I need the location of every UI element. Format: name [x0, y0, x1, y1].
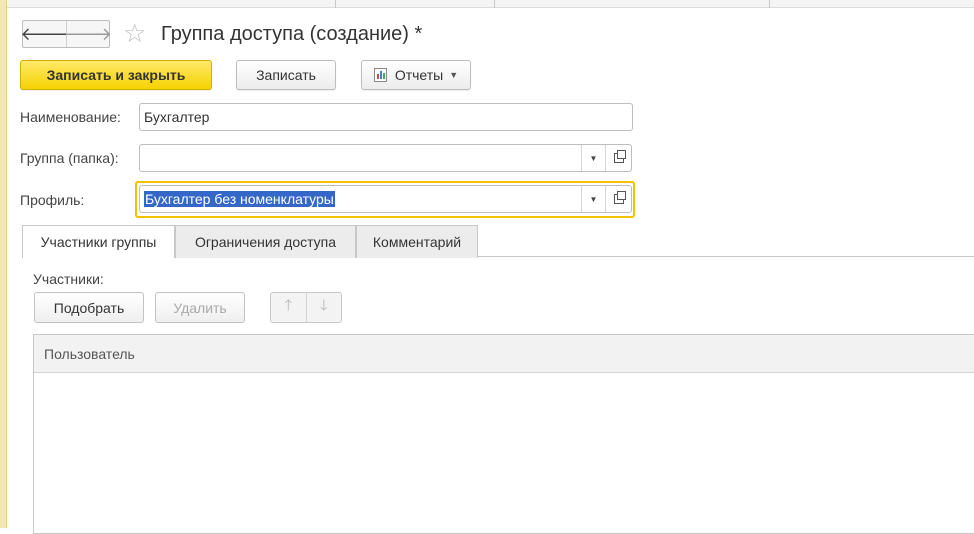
- pick-label: Подобрать: [53, 299, 125, 316]
- left-panel-strip: [0, 0, 7, 528]
- members-table[interactable]: Пользователь: [33, 334, 974, 534]
- tab-comment[interactable]: Комментарий: [356, 225, 478, 258]
- group-label: Группа (папка):: [20, 150, 119, 166]
- move-up-button[interactable]: 🡑: [271, 293, 306, 322]
- tab-separator: [335, 0, 336, 8]
- group-dropdown-button[interactable]: ▼: [581, 145, 605, 171]
- tab-access-restrictions[interactable]: Ограничения доступа: [175, 225, 356, 258]
- group-open-button[interactable]: [605, 145, 631, 171]
- tab-separator: [769, 0, 770, 8]
- save-and-close-label: Записать и закрыть: [46, 67, 186, 83]
- tab-label: Комментарий: [372, 234, 462, 250]
- column-header-label: Пользователь: [44, 345, 135, 362]
- page-title: Группа доступа (создание) *: [161, 23, 423, 45]
- profile-field[interactable]: Бухгалтер без номенклатуры ▼: [139, 185, 632, 213]
- pick-button[interactable]: Подобрать: [34, 292, 144, 323]
- arrow-left-icon: 🡐: [20, 23, 69, 44]
- chevron-down-icon: ▼: [449, 70, 459, 80]
- delete-label: Удалить: [173, 299, 227, 316]
- profile-open-button[interactable]: [605, 186, 631, 212]
- arrow-up-icon: 🡑: [284, 297, 293, 314]
- navigation-buttons: 🡐 🡒: [20, 20, 113, 48]
- tab-label: Ограничения доступа: [194, 234, 337, 250]
- save-button[interactable]: Записать: [236, 60, 336, 90]
- profile-value: Бухгалтер без номенклатуры: [144, 191, 335, 207]
- favorite-star-icon[interactable]: ☆: [123, 19, 146, 47]
- reports-button[interactable]: Отчеты ▼: [361, 60, 471, 90]
- back-button[interactable]: 🡐: [20, 21, 69, 47]
- arrow-down-icon: 🡓: [319, 297, 328, 314]
- name-label: Наименование:: [20, 109, 121, 125]
- chevron-down-icon: ▼: [589, 194, 598, 204]
- tab-label: Участники группы: [40, 234, 157, 250]
- table-header-user[interactable]: Пользователь: [34, 335, 974, 373]
- move-buttons: 🡑 🡓: [270, 292, 342, 323]
- tab-bar: Участники группы Ограничения доступа Ком…: [22, 225, 974, 258]
- name-value: Бухгалтер: [144, 109, 210, 125]
- arrow-right-icon: 🡒: [63, 23, 113, 44]
- open-window-icon: [613, 191, 626, 204]
- delete-button[interactable]: Удалить: [155, 292, 245, 323]
- profile-dropdown-button[interactable]: ▼: [581, 186, 605, 212]
- top-tab-strip: [7, 0, 974, 8]
- move-down-button[interactable]: 🡓: [305, 293, 342, 322]
- tab-separator: [494, 0, 495, 8]
- reports-label: Отчеты: [394, 67, 444, 83]
- profile-label: Профиль:: [20, 192, 85, 208]
- tab-group-members[interactable]: Участники группы: [22, 225, 175, 258]
- save-and-close-button[interactable]: Записать и закрыть: [20, 60, 212, 90]
- group-field[interactable]: ▼: [139, 144, 632, 172]
- save-label: Записать: [256, 67, 316, 83]
- report-icon: [373, 68, 387, 82]
- open-window-icon: [613, 150, 626, 163]
- name-field[interactable]: Бухгалтер: [139, 103, 633, 131]
- members-label: Участники:: [33, 271, 104, 287]
- forward-button[interactable]: 🡒: [63, 21, 113, 47]
- chevron-down-icon: ▼: [589, 153, 598, 163]
